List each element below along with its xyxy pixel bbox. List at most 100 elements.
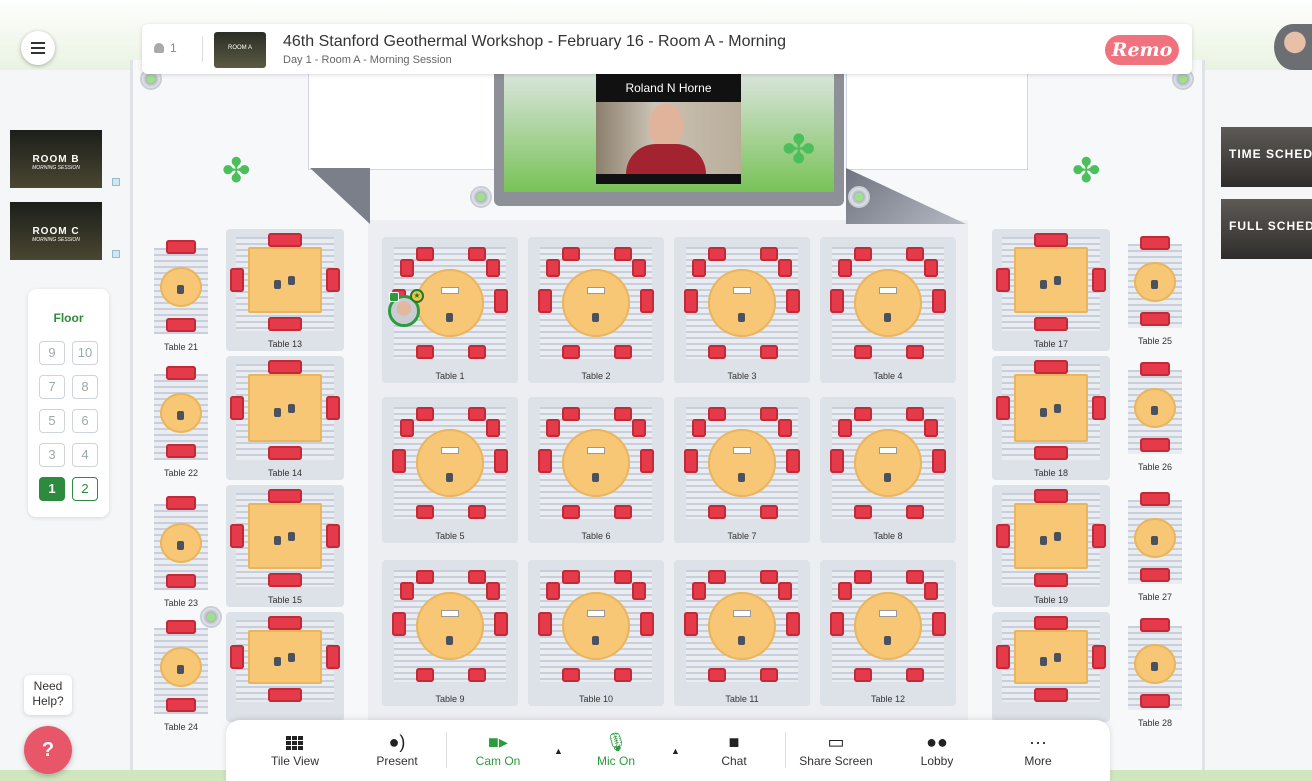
floor-10-button[interactable]: 10 (72, 341, 98, 365)
table[interactable]: Table 22 (152, 366, 210, 480)
table[interactable]: Table 21 (152, 240, 210, 354)
attendee-count[interactable]: 1 (154, 41, 177, 55)
time-schedule-thumbnail[interactable]: TIME SCHEDU (1221, 127, 1312, 187)
table[interactable]: Table 7 (674, 397, 810, 543)
cam-options-caret-icon[interactable]: ▲ (554, 746, 563, 756)
round-table-top (562, 592, 630, 660)
camera-badge-icon (389, 292, 399, 302)
table[interactable]: Table 27 (1126, 492, 1184, 604)
chair (1140, 236, 1170, 250)
chair (230, 524, 244, 548)
floor-2-button[interactable]: 2 (72, 477, 98, 501)
table[interactable]: Table 24 (152, 620, 210, 734)
table[interactable]: Table 6 (528, 397, 664, 543)
table[interactable]: Table 17 (992, 229, 1110, 351)
chair (166, 698, 196, 712)
remo-logo[interactable]: Remo (1105, 35, 1179, 65)
speaker-video-tile[interactable]: Roland N Horne (596, 74, 741, 184)
table[interactable]: Table 4 (820, 237, 956, 383)
table[interactable]: Table 9 (382, 560, 518, 706)
full-schedule-thumbnail[interactable]: FULL SCHEDU (1221, 199, 1312, 259)
table[interactable]: Table 19 (992, 485, 1110, 607)
laptop-icon (441, 287, 459, 294)
chair (268, 317, 302, 331)
attendee-count-value: 1 (170, 41, 177, 55)
floor-6-button[interactable]: 6 (72, 409, 98, 433)
floor-7-button[interactable]: 7 (39, 375, 65, 399)
enter-room-icon[interactable] (112, 250, 120, 258)
chair (1092, 396, 1106, 420)
table[interactable]: Table 2 (528, 237, 664, 383)
table[interactable]: Table 3 (674, 237, 810, 383)
enter-room-icon[interactable] (112, 178, 120, 186)
mic-button[interactable]: 🎙 Mic On (571, 730, 661, 768)
chair (786, 289, 800, 313)
table[interactable]: Table 28 (1126, 618, 1184, 730)
rect-table-top (1014, 247, 1088, 313)
share-screen-label: Share Screen (799, 754, 873, 768)
floor-8-button[interactable]: 8 (72, 375, 98, 399)
floor-9-button[interactable]: 9 (39, 341, 65, 365)
chair (416, 407, 434, 421)
hamburger-icon (31, 52, 45, 54)
table-label: Table 5 (435, 531, 465, 541)
table[interactable]: Table 10 (528, 560, 664, 706)
my-avatar[interactable] (1274, 24, 1312, 70)
chair (778, 419, 792, 437)
chair (546, 419, 560, 437)
table[interactable]: Table 14 (226, 356, 344, 480)
chair (1034, 360, 1068, 374)
table[interactable]: Table 13 (226, 229, 344, 351)
table[interactable]: Table 12 (820, 560, 956, 706)
laptop-icon (587, 287, 605, 294)
mic-label: Mic On (596, 754, 635, 768)
table[interactable]: Table 18 (992, 356, 1110, 480)
chair (924, 419, 938, 437)
room-b-thumbnail[interactable]: ROOM B MORNING SESSION (10, 130, 102, 188)
present-button[interactable]: ●) Present (352, 730, 442, 768)
table[interactable]: Table 11 (674, 560, 810, 706)
video-bottom-bar (596, 174, 741, 184)
chair (1092, 524, 1106, 548)
share-screen-button[interactable]: ▭ Share Screen (791, 730, 881, 768)
chair (166, 496, 196, 510)
table-label: Table 19 (1033, 595, 1069, 605)
floor-5-button[interactable]: 5 (39, 409, 65, 433)
lobby-button[interactable]: ●● Lobby (892, 730, 982, 768)
table[interactable] (226, 612, 344, 722)
help-button[interactable]: ? (24, 726, 72, 774)
table[interactable]: Table 15 (226, 485, 344, 607)
chair (684, 449, 698, 473)
device-icon (1151, 536, 1158, 545)
person-icon (154, 43, 164, 53)
table[interactable]: Table 23 (152, 496, 210, 610)
chair (562, 407, 580, 421)
menu-button[interactable] (21, 31, 55, 65)
table[interactable]: Table 8 (820, 397, 956, 543)
cam-button[interactable]: ■▸ Cam On (453, 730, 543, 768)
chair (268, 360, 302, 374)
mic-options-caret-icon[interactable]: ▲ (671, 746, 680, 756)
tile-view-button[interactable]: Tile View (250, 730, 340, 768)
hamburger-icon (31, 47, 45, 49)
chair (1034, 616, 1068, 630)
chair (268, 573, 302, 587)
floor-3-button[interactable]: 3 (39, 443, 65, 467)
chat-button[interactable]: ■ Chat (689, 730, 779, 768)
more-button[interactable]: ··· More (993, 730, 1083, 768)
table[interactable]: Table 25 (1126, 236, 1184, 348)
room-c-thumbnail[interactable]: ROOM C MORNING SESSION (10, 202, 102, 260)
floor-4-button[interactable]: 4 (72, 443, 98, 467)
floor-1-button[interactable]: 1 (39, 477, 65, 501)
table[interactable]: Table 5 (382, 397, 518, 543)
table-label: Table 13 (267, 339, 303, 349)
chair (708, 570, 726, 584)
laptop-icon (879, 447, 897, 454)
microphone-icon: 🎙 (604, 732, 628, 752)
camera-icon: ■▸ (488, 732, 508, 752)
chair (614, 407, 632, 421)
chair (632, 259, 646, 277)
table[interactable] (992, 612, 1110, 722)
table[interactable]: Table 26 (1126, 362, 1184, 474)
chair (166, 318, 196, 332)
